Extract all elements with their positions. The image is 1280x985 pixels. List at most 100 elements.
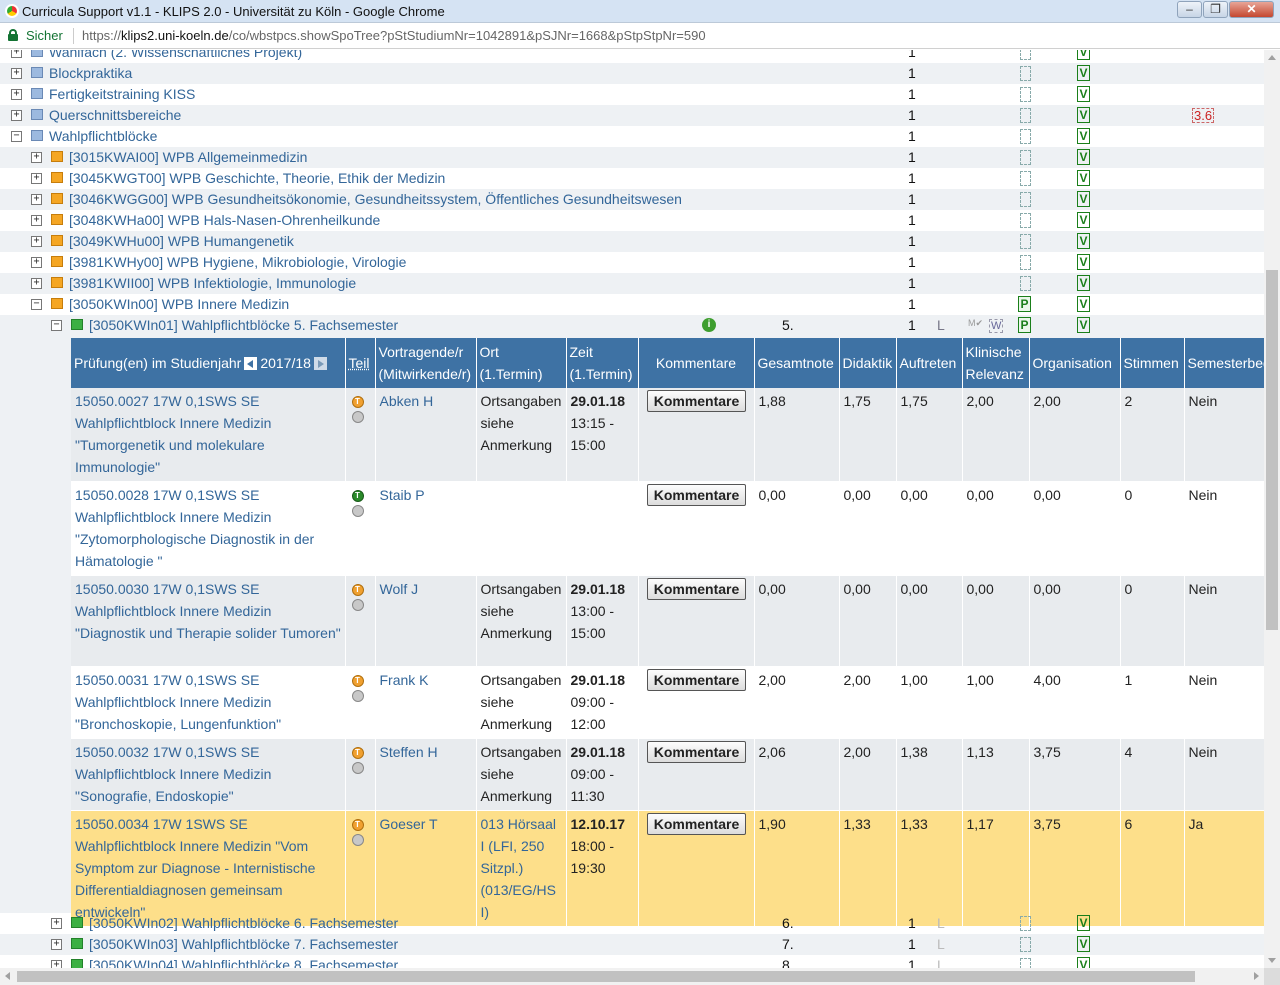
tree-node-label[interactable]: [3981KWII00] WPB Infektiologie, Immunolo… (69, 275, 356, 291)
expand-icon[interactable]: + (11, 50, 22, 58)
tree-node-label[interactable]: [3045KWGT00] WPB Geschichte, Theorie, Et… (69, 170, 445, 186)
collapse-icon[interactable]: − (51, 320, 62, 331)
expand-icon[interactable]: + (31, 173, 42, 184)
tree-row[interactable]: + [3048KWHa00] WPB Hals-Nasen-Ohrenheilku… (0, 210, 1264, 231)
lecturer-link[interactable]: Frank K (375, 666, 477, 739)
tree-row[interactable]: + [3050KWIn04] Wahlpflichtblöcke 8. Fachs… (0, 955, 1264, 968)
status-grey-icon[interactable] (351, 690, 364, 702)
lecturer-link[interactable]: Steffen H (375, 738, 477, 811)
maximize-button[interactable]: ❐ (1203, 1, 1228, 18)
kommentare-button[interactable]: Kommentare (646, 484, 747, 506)
tree-row[interactable]: + [3050KWIn02] Wahlpflichtblöcke 6. Fachs… (0, 913, 1264, 934)
tree-row[interactable]: + [3049KWHu00] WPB Humangenetik 1 V (0, 231, 1264, 252)
status-empty-icon[interactable] (1020, 255, 1031, 270)
collapse-icon[interactable]: − (31, 299, 42, 310)
tree-row[interactable]: + [3981KWHy00] WPB Hygiene, Mikrobiologie… (0, 252, 1264, 273)
tree-row[interactable]: + Blockpraktika 1 V (0, 63, 1264, 84)
scroll-left-icon[interactable] (5, 972, 10, 980)
horizontal-scroll-thumb[interactable] (17, 971, 1195, 982)
tree-node-label[interactable]: [3981KWHy00] WPB Hygiene, Mikrobiologie,… (69, 254, 406, 270)
course-link[interactable]: 15050.0030 17W 0,1SWS SE Wahlpflichtbloc… (71, 575, 346, 667)
status-empty-icon[interactable] (1020, 213, 1031, 228)
status-empty-icon[interactable] (1020, 958, 1031, 968)
tree-node-label[interactable]: Wahlfach (2. Wissenschaftliches Projekt) (49, 50, 302, 60)
valid-v-icon[interactable]: V (1077, 86, 1090, 102)
address-bar[interactable]: Sicher https://klips2.uni-koeln.de/co/wb… (0, 23, 1280, 49)
expand-icon[interactable]: + (31, 215, 42, 226)
status-empty-icon[interactable] (1020, 234, 1031, 249)
tree-row[interactable]: − [3050KWIn01] Wahlpflichtblöcke 5. Fachs… (0, 315, 1264, 336)
expand-icon[interactable]: + (31, 152, 42, 163)
tree-node-label[interactable]: [3050KWIn00] WPB Innere Medizin (69, 296, 289, 312)
tree-row[interactable]: − Wahlpflichtblöcke 1 V (0, 126, 1264, 147)
grade-badge[interactable]: 3.6 (1192, 108, 1215, 123)
status-empty-icon[interactable] (1020, 916, 1031, 931)
status-orange-icon[interactable]: T (351, 675, 364, 687)
tree-row[interactable]: + [3046KWGG00] WPB Gesundheitsökonomie, G… (0, 189, 1264, 210)
tree-node-label[interactable]: [3049KWHu00] WPB Humangenetik (69, 233, 294, 249)
valid-v-icon[interactable]: V (1077, 170, 1090, 186)
status-empty-icon[interactable] (1020, 150, 1031, 165)
horizontal-scrollbar[interactable] (0, 968, 1264, 985)
valid-v-icon[interactable]: V (1077, 212, 1090, 228)
kommentare-button[interactable]: Kommentare (646, 390, 747, 412)
status-orange-icon[interactable]: T (351, 747, 364, 759)
location-cell[interactable]: 013 Hörsaal I (LFI, 250 Sitzpl.) (013/EG… (476, 810, 567, 927)
valid-v-icon[interactable]: V (1077, 233, 1090, 249)
tree-node-label[interactable]: Blockpraktika (49, 65, 132, 81)
status-empty-icon[interactable] (1020, 276, 1031, 291)
valid-v-icon[interactable]: V (1077, 915, 1090, 931)
valid-v-icon[interactable]: V (1077, 65, 1090, 81)
valid-v-icon[interactable]: V (1077, 296, 1090, 312)
prev-year-icon[interactable] (244, 356, 258, 370)
lecturer-link[interactable]: Wolf J (375, 575, 477, 667)
status-grey-icon[interactable] (351, 599, 364, 611)
vertical-scroll-thumb[interactable] (1266, 270, 1278, 630)
tree-node-label[interactable]: [3046KWGG00] WPB Gesundheitsökonomie, Ge… (69, 191, 682, 207)
tree-node-label[interactable]: Fertigkeitstraining KISS (49, 86, 195, 102)
tree-row[interactable]: + Wahlfach (2. Wissenschaftliches Projekt… (0, 50, 1264, 63)
tree-row[interactable]: + Querschnittsbereiche 1 V 3.6 (0, 105, 1264, 126)
tree-node-label[interactable]: [3050KWIn02] Wahlpflichtblöcke 6. Fachse… (89, 915, 398, 931)
tree-row[interactable]: + [3015KWAI00] WPB Allgemeinmedizin 1 V (0, 147, 1264, 168)
status-p-icon[interactable]: P (1018, 317, 1031, 333)
tree-row[interactable]: − [3050KWIn00] WPB Innere Medizin 1 P V (0, 294, 1264, 315)
status-green-icon[interactable]: T (351, 490, 364, 502)
status-orange-icon[interactable]: T (351, 584, 364, 596)
info-icon[interactable]: i (702, 318, 716, 332)
tree-node-label[interactable]: Querschnittsbereiche (49, 107, 181, 123)
status-orange-icon[interactable]: T (351, 396, 364, 408)
next-year-icon[interactable] (313, 356, 327, 370)
status-grey-icon[interactable] (351, 762, 364, 774)
expand-icon[interactable]: + (11, 68, 22, 79)
valid-v-icon[interactable]: V (1077, 936, 1090, 952)
tree-node-label[interactable]: [3015KWAI00] WPB Allgemeinmedizin (69, 149, 307, 165)
collapse-icon[interactable]: − (11, 131, 22, 142)
course-link[interactable]: 15050.0031 17W 0,1SWS SE Wahlpflichtbloc… (71, 666, 346, 739)
kommentare-button[interactable]: Kommentare (646, 741, 747, 763)
status-empty-icon[interactable] (1020, 108, 1031, 123)
expand-icon[interactable]: + (51, 939, 62, 950)
tree-node-label[interactable]: [3048KWHa00] WPB Hals-Nasen-Ohrenheilkun… (69, 212, 380, 228)
valid-v-icon[interactable]: V (1077, 50, 1090, 60)
tree-row[interactable]: + [3981KWII00] WPB Infektiologie, Immunol… (0, 273, 1264, 294)
lecturer-link[interactable]: Staib P (375, 481, 477, 576)
status-empty-icon[interactable] (1020, 171, 1031, 186)
tree-node-label[interactable]: [3050KWIn04] Wahlpflichtblöcke 8. Fachse… (89, 957, 398, 968)
expand-icon[interactable]: + (31, 257, 42, 268)
course-link[interactable]: 15050.0027 17W 0,1SWS SE Wahlpflichtbloc… (71, 388, 346, 482)
kommentare-button[interactable]: Kommentare (646, 813, 747, 835)
course-link[interactable]: 15050.0034 17W 1SWS SE Wahlpflichtblock … (71, 810, 346, 927)
status-empty-icon[interactable] (1020, 87, 1031, 102)
expand-icon[interactable]: + (31, 278, 42, 289)
valid-v-icon[interactable]: V (1077, 149, 1090, 165)
valid-v-icon[interactable]: V (1077, 191, 1090, 207)
tree-node-label[interactable]: [3050KWIn03] Wahlpflichtblöcke 7. Fachse… (89, 936, 398, 952)
status-orange-icon[interactable]: T (351, 819, 364, 831)
w-mark[interactable]: W (989, 319, 1004, 333)
valid-v-icon[interactable]: V (1077, 317, 1090, 333)
scroll-down-icon[interactable] (1268, 958, 1276, 963)
status-grey-icon[interactable] (351, 505, 364, 517)
scroll-up-icon[interactable] (1268, 55, 1276, 60)
course-link[interactable]: 15050.0032 17W 0,1SWS SE Wahlpflichtbloc… (71, 738, 346, 811)
